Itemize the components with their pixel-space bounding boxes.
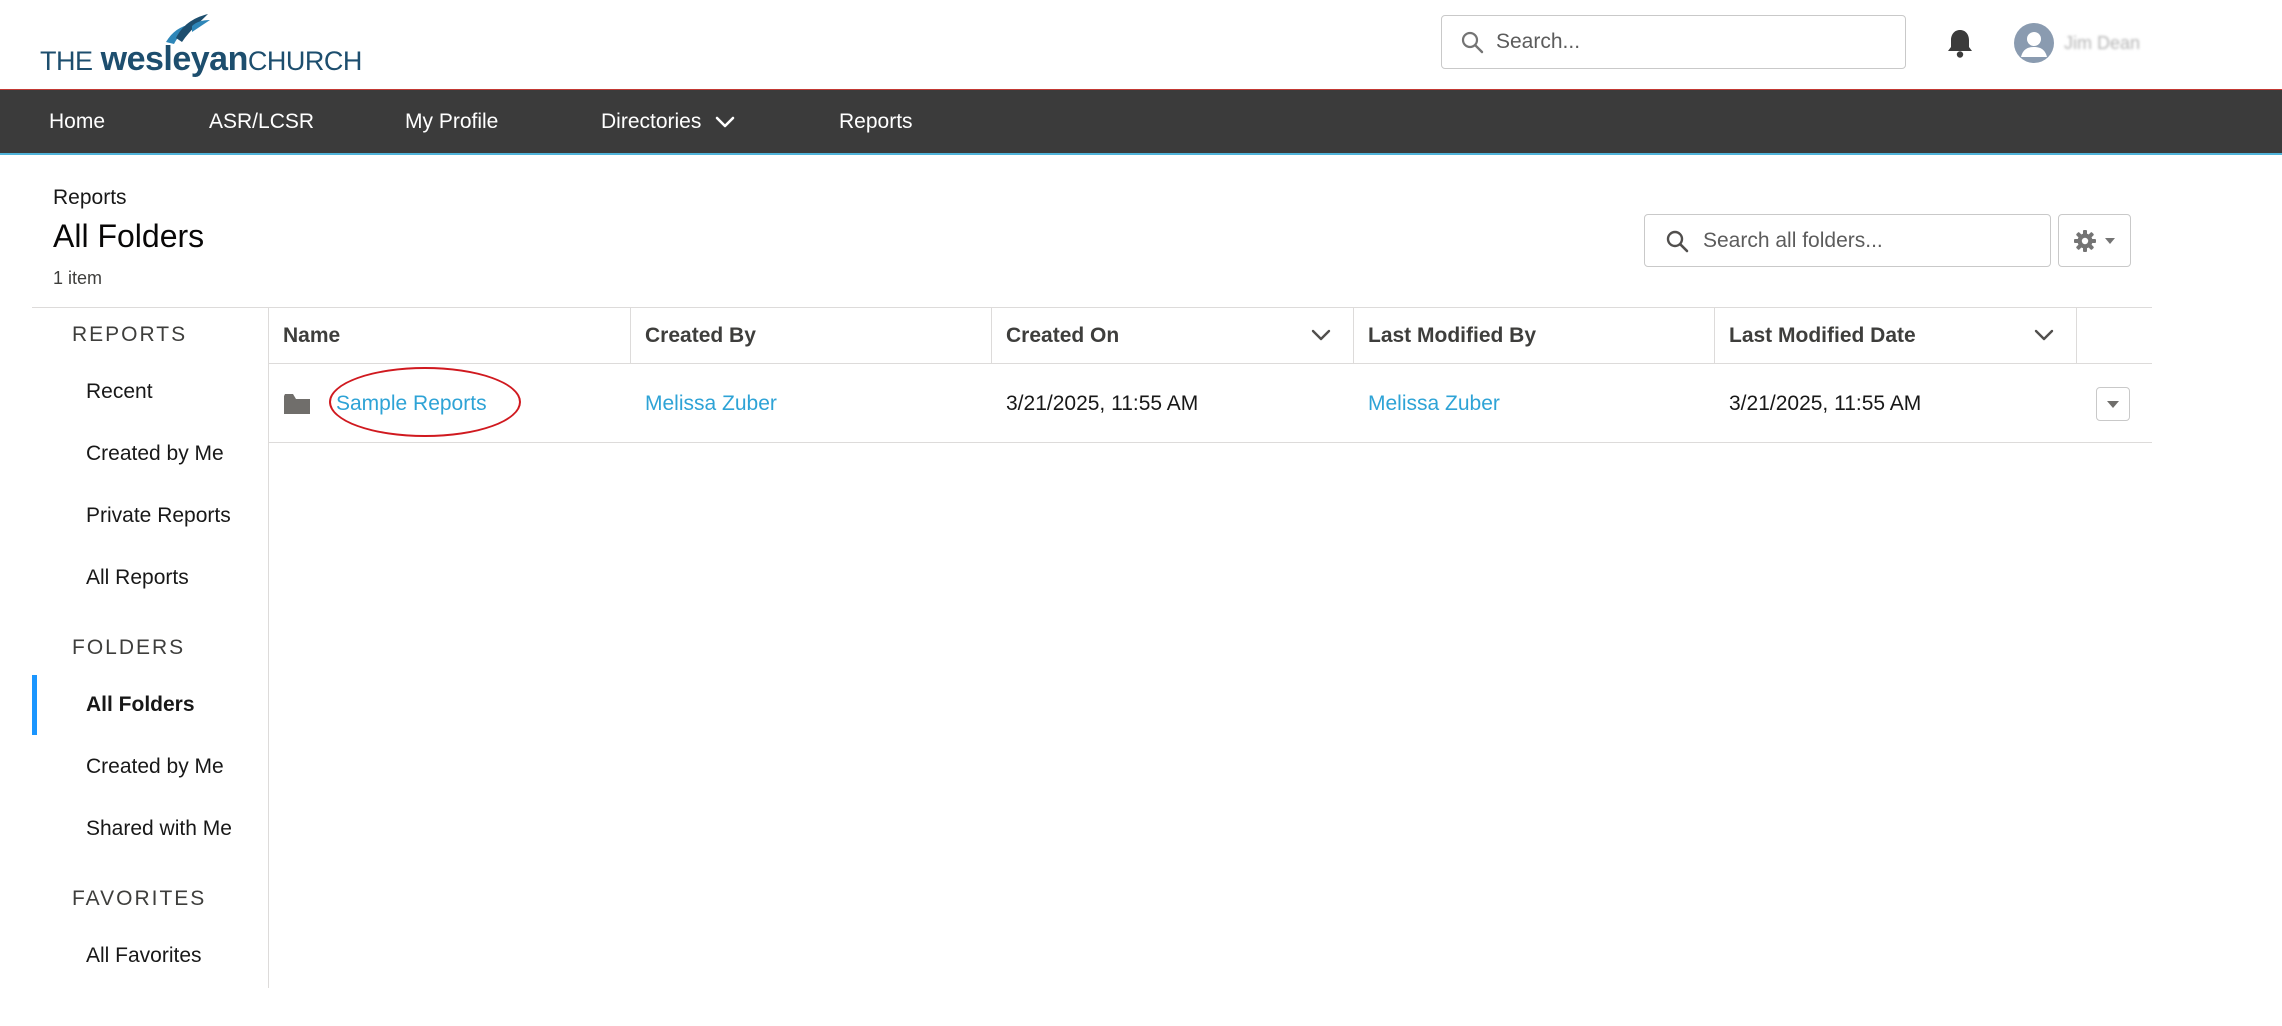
- user-name: Jim Dean: [2064, 32, 2141, 53]
- gear-icon: [2073, 229, 2096, 252]
- folder-link-sample-reports[interactable]: Sample Reports: [336, 365, 487, 443]
- row-actions-button[interactable]: [2096, 387, 2130, 421]
- sidebar-item-all-reports[interactable]: All Reports: [32, 548, 268, 608]
- sidebar-item-shared-with-me[interactable]: Shared with Me: [32, 799, 268, 859]
- column-header-actions: [2077, 308, 2152, 364]
- column-header-last-modified-by[interactable]: Last Modified By: [1354, 308, 1715, 364]
- column-header-name[interactable]: Name: [269, 308, 631, 364]
- sidebar-item-all-favorites[interactable]: All Favorites: [32, 926, 268, 986]
- logo-church: CHURCH: [247, 46, 363, 76]
- reports-sidebar: REPORTS Recent Created by Me Private Rep…: [32, 308, 269, 988]
- column-header-created-on[interactable]: Created On: [992, 308, 1354, 364]
- nav-item-my-profile[interactable]: My Profile: [405, 90, 498, 154]
- sidebar-item-created-by-me-folders[interactable]: Created by Me: [32, 737, 268, 797]
- table-row: Sample Reports Melissa Zuber 3/21/2025, …: [269, 365, 2152, 443]
- cell-name: Sample Reports: [269, 365, 631, 443]
- nav-item-asr-lcsr[interactable]: ASR/LCSR: [209, 90, 314, 154]
- folder-search-input[interactable]: [1703, 228, 2033, 253]
- sidebar-heading-favorites: FAVORITES: [72, 887, 207, 910]
- page-title: All Folders: [53, 218, 205, 254]
- logo-wesleyan: wesleyan: [100, 40, 249, 78]
- main-nav-bar: Home ASR/LCSR My Profile Directories Rep…: [0, 89, 2282, 155]
- nav-item-reports[interactable]: Reports: [839, 90, 913, 154]
- sidebar-heading-folders: FOLDERS: [72, 636, 186, 659]
- sidebar-item-created-by-me-reports[interactable]: Created by Me: [32, 424, 268, 484]
- column-header-last-modified-date[interactable]: Last Modified Date: [1715, 308, 2077, 364]
- breadcrumb: Reports: [53, 186, 127, 209]
- sidebar-heading-reports: REPORTS: [72, 323, 188, 346]
- sidebar-item-all-folders[interactable]: All Folders: [32, 675, 268, 735]
- chevron-down-icon: [715, 117, 735, 128]
- bell-icon[interactable]: [1945, 27, 1975, 59]
- user-avatar-icon: [2014, 23, 2054, 63]
- chevron-down-icon[interactable]: [1311, 328, 1331, 342]
- cell-last-modified-date: 3/21/2025, 11:55 AM: [1729, 392, 1922, 415]
- folder-icon: [284, 394, 310, 414]
- chevron-down-icon[interactable]: [2034, 328, 2054, 342]
- settings-menu-button[interactable]: [2058, 214, 2131, 267]
- nav-item-directories[interactable]: Directories: [601, 90, 735, 154]
- wesleyan-church-logo[interactable]: THE wesleyanCHURCH: [40, 12, 362, 78]
- search-icon: [1461, 31, 1484, 54]
- global-search-input[interactable]: [1496, 30, 1876, 54]
- cell-created-on: 3/21/2025, 11:55 AM: [1006, 392, 1199, 415]
- cell-last-modified-by-link[interactable]: Melissa Zuber: [1354, 365, 1715, 443]
- cell-created-by-link[interactable]: Melissa Zuber: [631, 365, 992, 443]
- table-header: Name Created By Created On Last Modified…: [269, 308, 2152, 364]
- sidebar-item-private-reports[interactable]: Private Reports: [32, 486, 268, 546]
- global-search-box[interactable]: [1441, 15, 1906, 69]
- global-header: THE wesleyanCHURCH Jim Dean: [0, 0, 2282, 89]
- nav-item-home[interactable]: Home: [49, 90, 105, 154]
- sidebar-item-recent[interactable]: Recent: [32, 362, 268, 422]
- search-icon: [1666, 230, 1689, 252]
- item-count: 1 item: [53, 268, 103, 288]
- caret-down-icon: [2104, 237, 2115, 244]
- folder-search-box[interactable]: [1644, 214, 2051, 267]
- user-menu[interactable]: Jim Dean: [2014, 22, 2140, 64]
- column-header-created-by[interactable]: Created By: [631, 308, 992, 364]
- logo-the: THE: [40, 46, 93, 76]
- caret-down-icon: [2107, 401, 2119, 408]
